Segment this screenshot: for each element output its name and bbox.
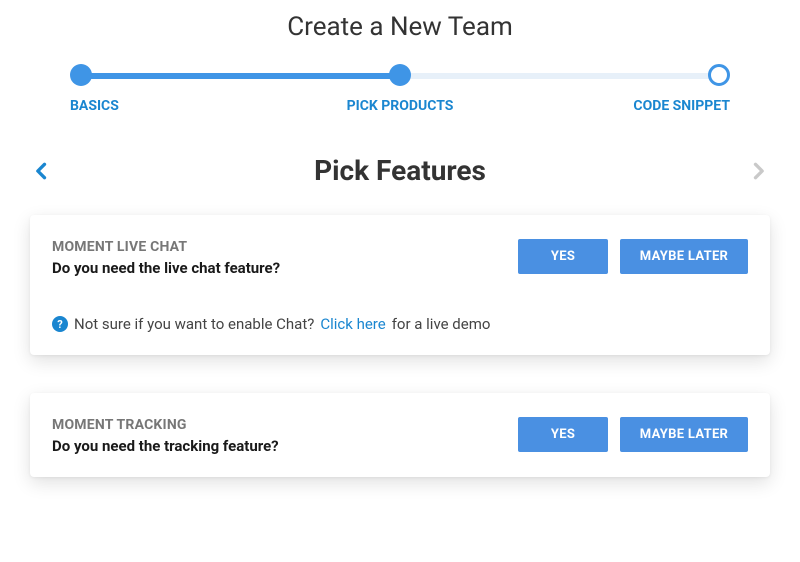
- card-buttons: YES MAYBE LATER: [518, 239, 748, 274]
- card-helper: ? Not sure if you want to enable Chat? C…: [52, 315, 748, 333]
- step-circle-icon: [708, 64, 730, 86]
- maybe-later-button[interactable]: MAYBE LATER: [620, 417, 748, 452]
- card-texts: MOMENT TRACKING Do you need the tracking…: [52, 417, 518, 455]
- card-texts: MOMENT LIVE CHAT Do you need the live ch…: [52, 239, 518, 277]
- card-question: Do you need the tracking feature?: [52, 437, 518, 455]
- yes-button[interactable]: YES: [518, 417, 608, 452]
- step-label: BASICS: [70, 98, 119, 114]
- step-pick-products[interactable]: PICK PRODUCTS: [340, 64, 460, 114]
- help-icon: ?: [52, 316, 68, 332]
- card-buttons: YES MAYBE LATER: [518, 417, 748, 452]
- card-question: Do you need the live chat feature?: [52, 259, 518, 277]
- maybe-later-button[interactable]: MAYBE LATER: [620, 239, 748, 274]
- feature-card-live-chat: MOMENT LIVE CHAT Do you need the live ch…: [30, 215, 770, 355]
- step-label: PICK PRODUCTS: [347, 98, 454, 114]
- card-top-row: MOMENT LIVE CHAT Do you need the live ch…: [52, 239, 748, 277]
- yes-button[interactable]: YES: [518, 239, 608, 274]
- helper-text-after: for a live demo: [392, 315, 491, 333]
- step-label: CODE SNIPPET: [633, 98, 730, 114]
- step-circle-icon: [389, 64, 411, 86]
- card-overline: MOMENT LIVE CHAT: [52, 239, 518, 255]
- step-basics[interactable]: BASICS: [70, 64, 190, 114]
- card-top-row: MOMENT TRACKING Do you need the tracking…: [52, 417, 748, 455]
- section-header: Pick Features: [30, 154, 770, 187]
- feature-card-tracking: MOMENT TRACKING Do you need the tracking…: [30, 393, 770, 477]
- chevron-right-icon[interactable]: [748, 161, 768, 181]
- page-title: Create a New Team: [30, 12, 770, 42]
- card-overline: MOMENT TRACKING: [52, 417, 518, 433]
- stepper-nodes: BASICS PICK PRODUCTS CODE SNIPPET: [80, 64, 720, 114]
- section-title: Pick Features: [314, 154, 486, 187]
- helper-text-before: Not sure if you want to enable Chat?: [74, 315, 314, 333]
- step-code-snippet[interactable]: CODE SNIPPET: [610, 64, 730, 114]
- progress-stepper: BASICS PICK PRODUCTS CODE SNIPPET: [80, 64, 720, 114]
- chevron-left-icon[interactable]: [32, 161, 52, 181]
- step-circle-icon: [70, 64, 92, 86]
- helper-link[interactable]: Click here: [320, 315, 385, 333]
